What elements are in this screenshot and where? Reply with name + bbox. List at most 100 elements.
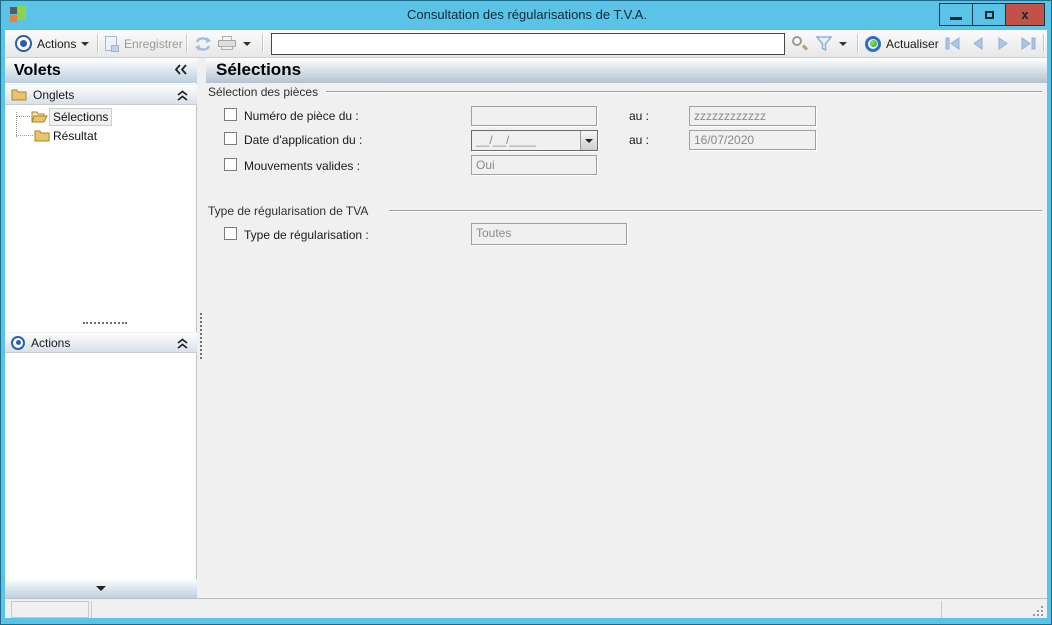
field-label: au : — [629, 133, 650, 147]
nav-last-button[interactable] — [1020, 30, 1037, 57]
chevron-down-icon — [243, 41, 251, 46]
save-button-label: Enregistrer — [124, 36, 183, 51]
resize-grip[interactable] — [1032, 605, 1043, 616]
checkbox-numero-piece[interactable] — [224, 108, 237, 121]
date-application-du-select[interactable]: __/__/____ — [471, 130, 598, 151]
field-label: Type de régularisation : — [244, 228, 369, 242]
toolbar-separator — [262, 34, 263, 53]
refresh-data-button[interactable]: Actualiser — [865, 30, 939, 57]
nav-last-icon — [1021, 37, 1036, 50]
sidebar-title: Volets — [14, 61, 61, 79]
select-dropdown-button[interactable] — [580, 131, 597, 150]
section-header-actions[interactable]: Actions — [5, 332, 197, 353]
save-icon — [105, 35, 119, 52]
print-button[interactable] — [218, 30, 236, 57]
refresh-data-label: Actualiser — [886, 36, 939, 51]
window-frame-bottom — [1, 618, 1051, 624]
search-box — [271, 33, 785, 55]
mouvements-valides-input[interactable]: Oui — [471, 155, 597, 175]
tree-item-resultat[interactable]: Résultat — [34, 127, 100, 144]
page-header: Sélections — [206, 58, 1049, 83]
search-button[interactable] — [791, 30, 809, 57]
section-header-onglets[interactable]: Onglets — [5, 84, 197, 105]
app-window: Consultation des régularisations de T.V.… — [0, 0, 1052, 625]
section-label: Onglets — [33, 87, 75, 102]
bullseye-icon — [15, 35, 32, 52]
refresh-button[interactable] — [194, 30, 212, 57]
status-cell — [11, 601, 89, 618]
page-title: Sélections — [216, 60, 302, 79]
tree-item-label: Résultat — [53, 128, 98, 143]
close-button[interactable]: x — [1006, 4, 1044, 25]
actions-menu-label: Actions — [37, 36, 77, 51]
folder-open-icon — [31, 111, 48, 123]
nav-prev-icon — [973, 37, 983, 50]
group-title-type-tva: Type de régularisation de TVA — [208, 204, 369, 218]
maximize-icon — [984, 10, 994, 19]
chevron-double-left-icon — [174, 64, 187, 75]
actualiser-icon — [865, 35, 881, 52]
collapse-sidebar-button[interactable] — [174, 64, 188, 78]
filter-button[interactable] — [815, 30, 833, 57]
minimize-icon — [950, 16, 962, 20]
folder-icon — [34, 130, 50, 142]
select-value: __/__/____ — [476, 133, 537, 147]
nav-first-button[interactable] — [944, 30, 961, 57]
title-bar[interactable]: Consultation des régularisations de T.V.… — [1, 1, 1051, 30]
main-panel: Sélections Sélection des pièces Numéro d… — [206, 58, 1049, 598]
window-title: Consultation des régularisations de T.V.… — [407, 7, 647, 22]
folder-icon — [11, 89, 27, 101]
minimize-button[interactable] — [940, 4, 973, 25]
collapse-section-button[interactable] — [177, 338, 188, 353]
toolbar-separator — [186, 34, 187, 53]
collapse-section-button[interactable] — [177, 90, 188, 105]
toolbar: Actions Enregistrer Actualiser — [5, 30, 1049, 58]
nav-next-icon — [998, 37, 1008, 50]
sidebar-header: Volets — [5, 58, 197, 83]
type-regularisation-input[interactable]: Toutes — [471, 223, 627, 245]
field-label: Numéro de pièce du : — [244, 109, 359, 123]
checkbox-mouvements-valides[interactable] — [224, 158, 237, 171]
numero-piece-au-input[interactable]: zzzzzzzzzzzz — [689, 106, 816, 126]
date-application-au-input[interactable]: 16/07/2020 — [689, 130, 816, 150]
print-options-button[interactable] — [243, 30, 251, 57]
field-label: au : — [629, 109, 650, 123]
toolbar-separator — [857, 34, 858, 53]
checkbox-date-application[interactable] — [224, 132, 237, 145]
window-controls: x — [939, 3, 1045, 26]
chevron-down-icon — [585, 138, 593, 143]
actions-menu-button[interactable]: Actions — [15, 30, 90, 57]
close-icon: x — [1021, 7, 1029, 22]
status-separator — [941, 601, 942, 618]
nav-first-icon — [945, 37, 960, 50]
window-frame-left — [1, 1, 5, 624]
save-button[interactable]: Enregistrer — [105, 30, 183, 57]
group-divider — [389, 210, 1042, 211]
field-label: Mouvements valides : — [244, 159, 361, 173]
checkbox-type-regularisation[interactable] — [224, 227, 237, 240]
chevron-double-up-icon — [177, 90, 188, 101]
status-separator — [91, 601, 92, 618]
print-icon — [218, 36, 236, 51]
chevron-down-icon — [96, 586, 106, 591]
nav-prev-button[interactable] — [970, 30, 985, 57]
toolbar-separator — [1043, 34, 1044, 53]
group-title-pieces: Sélection des pièces — [208, 85, 319, 99]
filter-options-button[interactable] — [839, 30, 847, 57]
tree-item-label: Sélections — [49, 107, 113, 126]
search-input[interactable] — [274, 35, 782, 53]
tree-item-selections[interactable]: Sélections — [31, 107, 113, 126]
status-bar — [5, 598, 1049, 619]
nav-next-button[interactable] — [996, 30, 1011, 57]
sidebar-footer[interactable] — [5, 579, 197, 598]
field-label: Date d'application du : — [244, 133, 363, 147]
window-frame-right — [1047, 1, 1051, 624]
chevron-double-up-icon — [177, 338, 188, 349]
maximize-button[interactable] — [973, 4, 1006, 25]
panel-splitter-handle[interactable] — [200, 313, 202, 359]
sidebar-splitter-handle[interactable] — [83, 322, 127, 324]
chevron-down-icon — [81, 41, 90, 46]
tree-guide — [16, 135, 33, 136]
numero-piece-du-input[interactable] — [471, 106, 597, 126]
bullseye-icon — [11, 335, 25, 350]
